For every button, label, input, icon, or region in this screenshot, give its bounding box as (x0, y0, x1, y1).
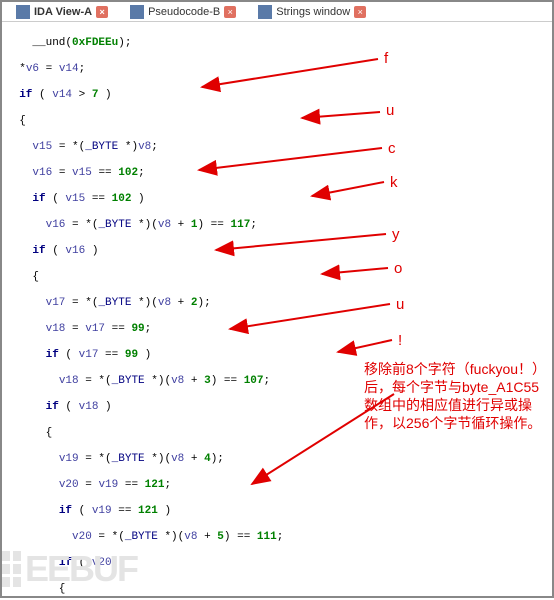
close-icon[interactable]: × (224, 6, 236, 18)
tab-ida-view-a[interactable]: IDA View-A × (8, 3, 116, 21)
document-icon (130, 5, 144, 19)
annot-letter-excl: ! (398, 332, 402, 349)
pseudocode-view[interactable]: __und(0xFDEEu); *v6 = v14; if ( v14 > 7 … (2, 22, 552, 596)
close-icon[interactable]: × (354, 6, 366, 18)
document-icon (258, 5, 272, 19)
annot-letter-k: k (390, 174, 398, 191)
tab-pseudocode-b[interactable]: Pseudocode-B × (122, 3, 244, 21)
annot-letter-f: f (384, 50, 388, 67)
tab-label: IDA View-A (34, 6, 92, 18)
tab-strings-window[interactable]: Strings window × (250, 3, 374, 21)
annot-letter-u2: u (396, 296, 404, 313)
tab-label: Strings window (276, 6, 350, 18)
annot-letter-c: c (388, 140, 396, 157)
document-icon (16, 5, 30, 19)
annot-letter-o: o (394, 260, 402, 277)
annotation-paragraph: 移除前8个字符（fuckyou！）后，每个字节与byte_A1C55数组中的相应… (364, 360, 544, 432)
annot-letter-u1: u (386, 102, 394, 119)
close-icon[interactable]: × (96, 6, 108, 18)
tab-bar: IDA View-A × Pseudocode-B × Strings wind… (2, 2, 552, 22)
annot-letter-y: y (392, 226, 400, 243)
tab-label: Pseudocode-B (148, 6, 220, 18)
